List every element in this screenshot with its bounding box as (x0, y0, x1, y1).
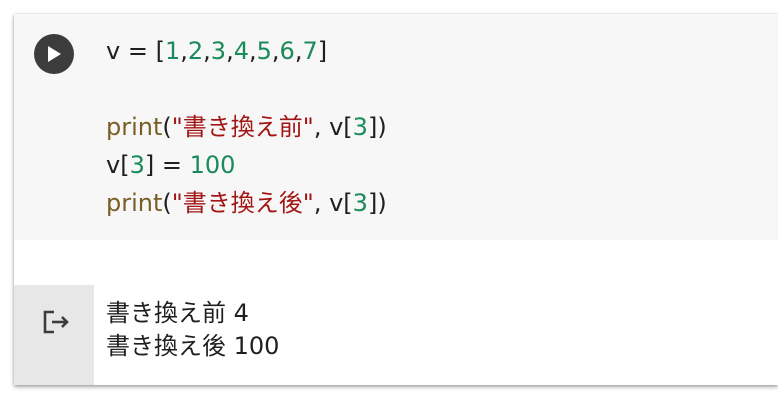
code-token: ( (162, 113, 172, 141)
code-token-num: 3 (352, 113, 368, 141)
output-line: 書き換え前 4 (106, 299, 249, 327)
code-token-num: 4 (233, 37, 249, 65)
play-icon (48, 46, 61, 62)
code-token: ( (162, 189, 172, 217)
code-token-str: "書き換え後" (171, 189, 314, 217)
code-token: , v[ (313, 189, 353, 217)
run-cell-button[interactable] (34, 34, 74, 74)
code-token-num: 3 (352, 189, 368, 217)
code-token-num: 6 (279, 37, 295, 65)
code-token-num: 7 (302, 37, 318, 65)
code-token: ]) (367, 189, 387, 217)
code-token: , (226, 37, 234, 65)
code-token-num: 2 (187, 37, 204, 65)
code-token-num: 1 (164, 37, 181, 65)
code-line: print("書き換え後", v[3]) (106, 184, 387, 222)
code-token: v = [ (106, 37, 165, 65)
code-token-num: 3 (210, 37, 227, 65)
output-line: 書き換え後 100 (106, 332, 280, 360)
code-token: ] = (144, 151, 190, 179)
code-editor[interactable]: v = [1,2,3,4,5,6,7] print("書き換え前", v[3]) v… (14, 14, 778, 240)
code-token: v[ (106, 151, 130, 179)
code-token-fn: print (106, 113, 163, 141)
code-token: , (203, 37, 211, 65)
code-cell[interactable]: v = [1,2,3,4,5,6,7] print("書き換え前", v[3]) v… (14, 14, 778, 385)
code-line: v[3] = 100 (106, 146, 387, 184)
code-token: , (248, 37, 257, 65)
output-arrow-icon[interactable] (40, 307, 74, 337)
code-token: , v[ (313, 113, 353, 141)
code-line: print("書き換え前", v[3]) (106, 108, 387, 146)
code-token-str: "書き換え前" (171, 113, 314, 141)
code-token: , (271, 37, 280, 65)
code-text[interactable]: v = [1,2,3,4,5,6,7] print("書き換え前", v[3]) v… (106, 32, 387, 222)
cell-output: 書き換え前 4 書き換え後 100 (106, 297, 279, 363)
code-token: ] (317, 37, 328, 65)
code-token: ]) (367, 113, 387, 141)
code-line: v = [1,2,3,4,5,6,7] (106, 32, 387, 70)
output-gutter (14, 285, 94, 385)
code-token-num: 3 (129, 151, 145, 179)
code-token-num: 100 (189, 151, 236, 179)
code-token-num: 5 (256, 37, 272, 65)
code-token: , (180, 37, 188, 65)
code-token-fn: print (106, 189, 163, 217)
